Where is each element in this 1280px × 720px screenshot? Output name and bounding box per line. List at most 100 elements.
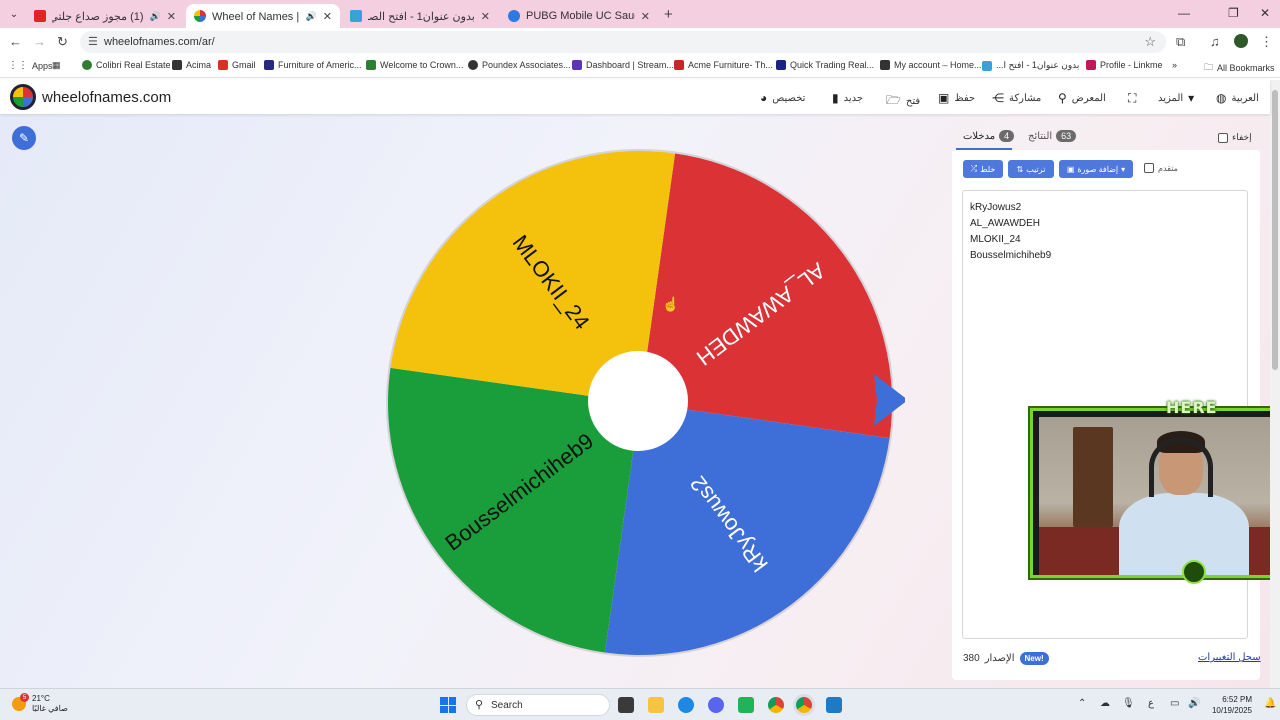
apps-bookmark[interactable]: ⋮⋮ Apps (8, 60, 53, 71)
changelog-link[interactable]: سجل التغييرات (1198, 652, 1261, 663)
gallery-button[interactable]: ⚲ المعرض (1058, 91, 1106, 105)
language-button[interactable]: ◍ العربية (1216, 91, 1259, 105)
browser-tab[interactable]: بدون عنوان1 - افتح الصندوق ✕ (342, 4, 498, 28)
hide-checkbox[interactable] (1218, 132, 1228, 143)
task-view-icon[interactable] (618, 697, 634, 713)
app-window-icon[interactable] (826, 697, 842, 713)
reload-icon[interactable]: ↻ (57, 34, 68, 50)
profile-avatar[interactable] (1234, 34, 1248, 48)
taskbar-search-label: Search (491, 700, 523, 711)
browser-tab-strip: ⌄ (1) مجوز صداع جلتي دوحه - 🔊 ✕ Wheel of… (0, 0, 1280, 28)
audio-icon[interactable]: 🔊 (150, 11, 161, 22)
sort-label: ترتيب (1026, 164, 1046, 174)
browser-menu-icon[interactable]: ⋮ (1260, 34, 1273, 50)
window-close-icon[interactable]: ✕ (1260, 6, 1270, 20)
url-text: wheelofnames.com/ar/ (104, 36, 215, 48)
advanced-toggle[interactable]: متقدم (1144, 163, 1178, 173)
open-button[interactable]: 🗁 فتح (886, 91, 920, 112)
bookmark-item[interactable]: Poundex Associates... (468, 60, 571, 70)
more-button[interactable]: المزيد ▾ (1158, 91, 1194, 105)
spinning-wheel[interactable]: AL_AWAWDEHkRyJowus2Bousselmichiheb9MLOKI… (375, 138, 905, 668)
discord-icon[interactable] (708, 697, 724, 713)
hide-toggle[interactable]: إخفاء (1218, 132, 1252, 143)
share-button[interactable]: ⋲ مشاركة (992, 91, 1041, 105)
bookmarks-bar: ⋮⋮ Apps ▦ Colibri Real Estate Acima Gmail… (0, 56, 1280, 78)
tab-search-chevron-icon[interactable]: ⌄ (4, 4, 24, 24)
back-arrow-icon[interactable]: ← (9, 34, 22, 49)
page-scrollbar[interactable] (1270, 80, 1280, 688)
network-icon[interactable]: ▭ (1170, 698, 1179, 709)
tab-close-icon[interactable]: ✕ (481, 10, 490, 23)
shuffle-button[interactable]: ⤮ خلط (963, 160, 1003, 178)
new-tab-plus-icon[interactable]: + (664, 6, 673, 23)
all-bookmarks[interactable]: 🗀 All Bookmarks (1204, 60, 1275, 76)
tab-entries[interactable]: مدخلات 4 (963, 130, 1015, 142)
customize-button[interactable]: ◕ تخصيص (760, 91, 805, 105)
audio-icon[interactable]: 🔊 (306, 11, 317, 22)
tab-close-icon[interactable]: ✕ (641, 10, 650, 23)
bookmark-item[interactable]: Acima (172, 60, 211, 70)
system-clock[interactable]: 6:52 PM 10/19/2025 (1206, 694, 1252, 716)
site-brand[interactable]: wheelofnames.com (42, 89, 171, 106)
tab-results[interactable]: النتائج 63 (1028, 130, 1077, 142)
minimize-icon[interactable]: — (1178, 6, 1190, 20)
media-control-icon[interactable]: ♫ (1210, 34, 1220, 49)
bookmark-item[interactable]: Dashboard | Stream... (572, 60, 674, 70)
restore-icon[interactable]: ❐ (1228, 6, 1239, 20)
wheel-center-hub[interactable] (588, 351, 688, 451)
advanced-checkbox[interactable] (1144, 163, 1154, 173)
file-explorer-icon[interactable] (648, 697, 664, 713)
volume-icon[interactable]: 🔊 (1188, 698, 1200, 709)
site-info-icon[interactable]: ☰ (88, 35, 98, 48)
extensions-icon[interactable]: ⧉ (1176, 34, 1185, 50)
save-button[interactable]: ▣ حفظ (938, 91, 975, 105)
chrome-active-icon[interactable] (796, 697, 812, 713)
edit-pencil-icon[interactable]: ✎ (12, 126, 36, 150)
address-bar[interactable]: ☰ wheelofnames.com/ar/ ☆ (80, 31, 1166, 53)
bookmark-label: Profile - Linkme (1100, 60, 1163, 70)
new-button[interactable]: ▮ جديد (832, 91, 863, 105)
bookmark-item[interactable]: Acme Furniture- Th... (674, 60, 773, 70)
tab-close-icon[interactable]: ✕ (323, 10, 332, 23)
bookmarks-overflow-icon[interactable]: » (1172, 60, 1177, 70)
browser-tab-active[interactable]: Wheel of Names | العشوائي 🔊 ✕ (186, 4, 340, 28)
wheel-logo-icon[interactable] (10, 84, 36, 110)
bookmark-item[interactable]: Furniture of Americ... (264, 60, 362, 70)
bookmark-item[interactable]: Welcome to Crown... (366, 60, 463, 70)
cloud-icon[interactable]: ☁ (1100, 698, 1110, 709)
bookmark-star-icon[interactable]: ☆ (1144, 34, 1156, 50)
bookmark-favicon-icon (982, 60, 992, 71)
fullscreen-button[interactable]: ⛶ (1128, 91, 1136, 106)
tab-close-icon[interactable]: ✕ (167, 10, 176, 23)
tab-title: (1) مجوز صداع جلتي دوحه - (52, 10, 144, 23)
forward-arrow-icon[interactable]: → (33, 34, 46, 49)
bookmark-item[interactable]: Profile - Linkme (1086, 60, 1163, 70)
edge-icon[interactable] (678, 697, 694, 713)
windows-start-icon[interactable] (440, 697, 456, 713)
chrome-icon[interactable] (768, 697, 784, 713)
tab-groups-icon[interactable]: ▦ (52, 60, 61, 71)
bookmark-item[interactable]: بدون عنوان1 - افتح ا... (982, 60, 1079, 71)
whatsapp-icon[interactable] (738, 697, 754, 713)
microphone-icon[interactable]: 🎙 (1122, 698, 1135, 709)
browser-tab[interactable]: (1) مجوز صداع جلتي دوحه - 🔊 ✕ (26, 4, 184, 28)
image-icon: ▣ (1066, 164, 1075, 174)
bookmark-item[interactable]: My account – Home... (880, 60, 982, 70)
taskbar-search[interactable]: ⚲ Search (466, 694, 610, 716)
notification-bell-icon[interactable]: 🔔 (1264, 698, 1276, 709)
bookmark-item[interactable]: Quick Trading Real... (776, 60, 874, 70)
ime-indicator[interactable]: ع (1148, 698, 1154, 709)
entry-line: AL_AWAWDEH (970, 218, 1041, 229)
bookmark-item[interactable]: Colibri Real Estate (82, 60, 171, 70)
weather-widget[interactable]: 5 21°C صافي غالبًا (12, 693, 68, 714)
add-image-button[interactable]: ▣ إضافة صورة ▾ (1059, 160, 1133, 178)
tab-entries-label: مدخلات (963, 130, 996, 142)
sort-button[interactable]: ⇅ ترتيب (1008, 160, 1054, 178)
tray-overflow-icon[interactable]: ⌃ (1078, 698, 1086, 709)
folder-icon: 🗀 (1204, 62, 1214, 72)
bookmark-item[interactable]: Gmail (218, 60, 256, 70)
browser-tab[interactable]: PUBG Mobile UC Saudi Arabia ✕ (500, 4, 658, 28)
site-header: wheelofnames.com ◕ تخصيص ▮ جديد 🗁 فتح ▣ … (0, 80, 1270, 114)
bookmark-favicon-icon (468, 60, 478, 70)
scrollbar-thumb[interactable] (1272, 90, 1278, 370)
